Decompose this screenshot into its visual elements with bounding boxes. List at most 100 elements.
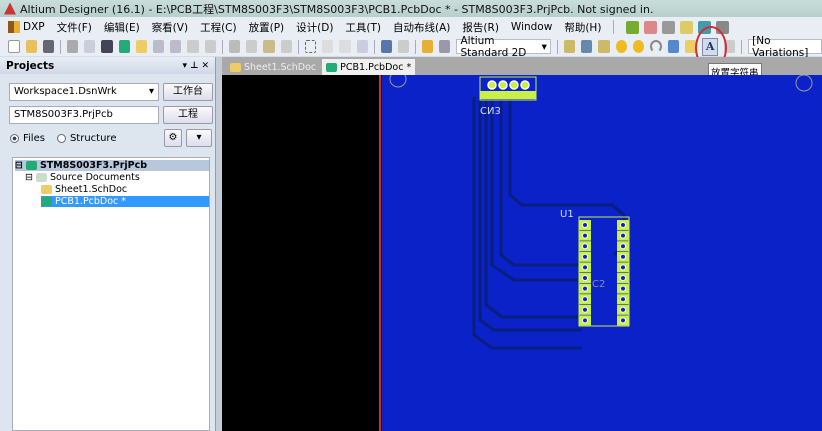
tree-project[interactable]: ⊟ STM8S003F3.PrjPcb <box>15 160 209 171</box>
pad-hole <box>582 243 588 250</box>
save-icon[interactable] <box>42 40 54 53</box>
menu-dxp[interactable]: DXP <box>8 21 45 33</box>
app-logo-icon <box>4 2 16 15</box>
pad-hole <box>620 264 626 271</box>
board-area <box>382 75 822 431</box>
layers-icon[interactable] <box>101 40 113 53</box>
copy-icon[interactable] <box>246 40 258 53</box>
pad-hole <box>582 317 588 324</box>
folder-icon <box>35 173 47 182</box>
undo-icon[interactable] <box>380 40 392 53</box>
pad-hole <box>582 264 588 271</box>
variations-select[interactable]: [No Variations] <box>748 35 822 59</box>
fill-icon[interactable] <box>667 40 679 53</box>
menu-window[interactable]: Window <box>511 21 552 33</box>
pad-hole <box>582 222 588 228</box>
move-icon[interactable] <box>322 40 334 53</box>
redo-icon[interactable] <box>397 40 410 53</box>
dimension-icon[interactable] <box>680 20 694 34</box>
tab-sheet1[interactable]: Sheet1.SchDoc <box>226 59 320 75</box>
clear-filter-icon[interactable] <box>356 40 368 53</box>
pad-hole <box>620 285 626 292</box>
menu-help[interactable]: 帮助(H) <box>564 20 601 35</box>
menu-place[interactable]: 放置(P) <box>249 20 285 35</box>
zoom-fit-icon[interactable] <box>153 40 165 53</box>
arc-icon[interactable] <box>649 40 662 53</box>
tree-folder[interactable]: ⊟ Source Documents <box>25 172 140 183</box>
paste-icon[interactable] <box>263 40 275 53</box>
interactive-route-icon[interactable] <box>563 40 576 53</box>
files-label: Files <box>23 133 45 144</box>
cross-probe-icon[interactable] <box>422 40 434 53</box>
pad-hole <box>620 253 626 260</box>
pad-hole <box>620 232 626 239</box>
project-icon <box>25 161 37 170</box>
menu-view[interactable]: 察看(V) <box>152 20 188 35</box>
standard-toolbar: Altium Standard 2D ▾ A [No Variations] <box>0 25 822 70</box>
project-tree: ⊟ STM8S003F3.PrjPcb ⊟ Source Documents She… <box>12 157 210 431</box>
diff-pair-icon[interactable] <box>581 40 593 53</box>
multi-route-icon[interactable] <box>598 40 610 53</box>
c2-label: C2 <box>592 279 605 290</box>
files-radio[interactable] <box>10 134 19 143</box>
structure-radio[interactable] <box>56 134 66 143</box>
pad-hole <box>582 275 588 281</box>
pad-hole <box>620 243 626 250</box>
rubber-stamp-icon[interactable] <box>280 40 292 53</box>
pcb-icon[interactable] <box>118 40 130 53</box>
title-bar: Altium Designer (16.1) - E:\PCB工程\STM8S0… <box>0 0 822 17</box>
project-button[interactable]: 工程 <box>163 106 213 124</box>
tab-pcb1[interactable]: PCB1.PcbDoc * <box>322 59 416 75</box>
select-area-icon[interactable] <box>304 40 317 53</box>
pad-hole <box>582 253 588 260</box>
pcb-canvas[interactable]: CN3 U1 C2 <box>222 75 822 431</box>
new-icon[interactable] <box>8 40 20 53</box>
menu-autoroute[interactable]: 自动布线(A) <box>393 20 450 35</box>
pad-icon[interactable] <box>615 40 627 53</box>
menu-project[interactable]: 工程(C) <box>200 20 237 35</box>
filter-icon[interactable] <box>626 20 640 34</box>
project-field[interactable]: STM8S003F3.PrjPcb <box>9 106 159 124</box>
pad-hole <box>620 222 626 228</box>
deselect-icon[interactable] <box>339 40 351 53</box>
place-string-button[interactable]: A <box>695 25 728 70</box>
zoom-filtered-icon[interactable] <box>204 40 216 53</box>
pad-hole <box>582 296 588 303</box>
project-options-button[interactable]: ▾ <box>186 129 212 147</box>
sch-icon[interactable] <box>135 40 148 53</box>
workspace-refresh-button[interactable]: ⚙ <box>164 129 182 147</box>
panel-controls[interactable]: ▾ ⊥ ✕ <box>182 61 209 71</box>
pad-hole <box>582 285 588 292</box>
print-preview-icon[interactable] <box>84 40 96 53</box>
workspace-select[interactable]: Workspace1.DsnWrk ▾ <box>9 83 159 101</box>
print-icon[interactable] <box>66 40 79 53</box>
cut-icon[interactable] <box>228 40 241 53</box>
panel-title: Projects <box>6 59 55 72</box>
tree-item-sheet1[interactable]: Sheet1.SchDoc <box>41 184 127 195</box>
menu-reports[interactable]: 报告(R) <box>462 20 499 35</box>
tree-item-pcb1[interactable]: PCB1.PcbDoc * <box>41 196 209 207</box>
open-icon[interactable] <box>25 40 37 53</box>
browse-icon[interactable] <box>439 40 451 53</box>
zoom-area-icon[interactable] <box>170 40 182 53</box>
dxp-icon <box>8 21 20 33</box>
component-icon[interactable] <box>662 20 676 34</box>
menu-tools[interactable]: 工具(T) <box>345 20 381 35</box>
projects-panel: Projects ▾ ⊥ ✕ Workspace1.DsnWrk ▾ 工作台 STM… <box>0 57 216 431</box>
pad-hole <box>582 232 588 239</box>
align-icon[interactable] <box>644 20 658 34</box>
pad-hole <box>620 275 626 281</box>
workspace-button[interactable]: 工作台 <box>163 83 213 101</box>
pad-hole <box>620 306 626 313</box>
pcbdoc-icon <box>41 197 52 206</box>
u1-label: U1 <box>560 209 574 220</box>
zoom-selected-icon[interactable] <box>187 40 199 53</box>
view-mode-select[interactable]: Altium Standard 2D ▾ <box>456 35 551 59</box>
menu-design[interactable]: 设计(D) <box>296 20 333 35</box>
pad-hole <box>582 306 588 313</box>
window-title: Altium Designer (16.1) - E:\PCB工程\STM8S0… <box>20 2 654 16</box>
via-icon[interactable] <box>632 40 644 53</box>
menu-edit[interactable]: 编辑(E) <box>104 20 140 35</box>
menu-file[interactable]: 文件(F) <box>57 20 92 35</box>
pad-hole <box>620 296 626 303</box>
